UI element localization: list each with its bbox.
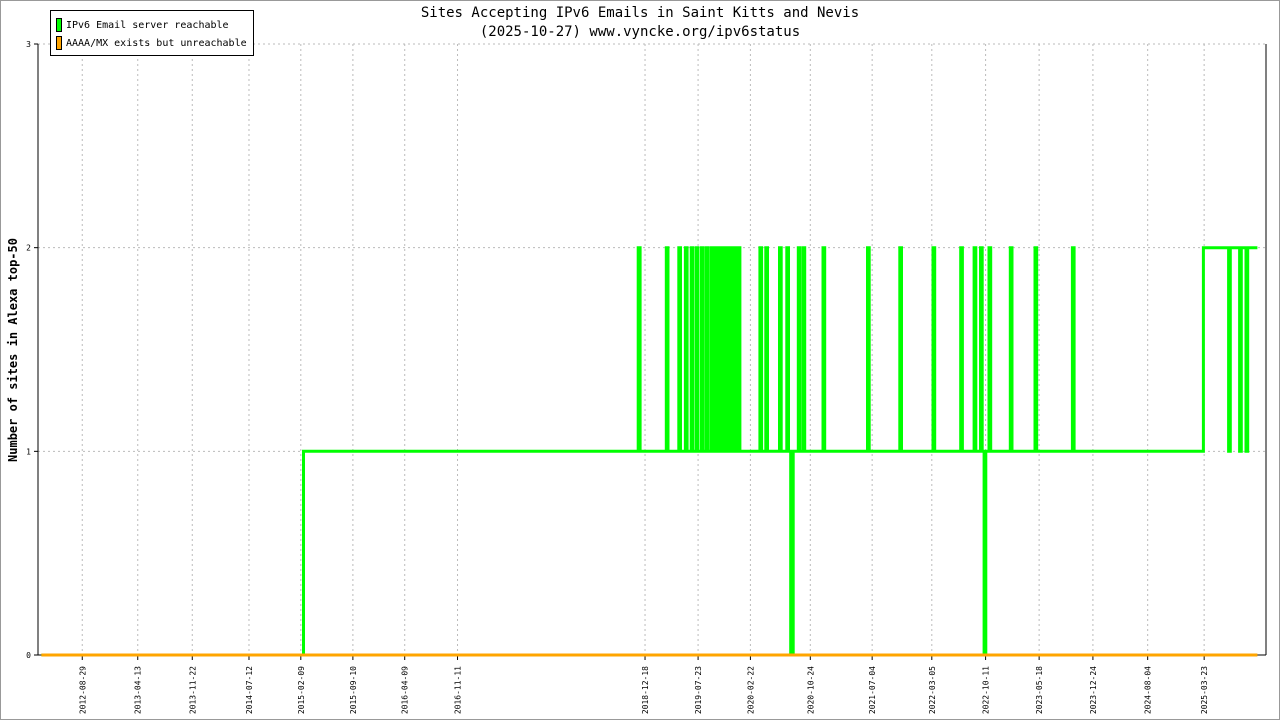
x-tick-label: 2021-07-04: [868, 666, 877, 714]
x-tick-label: 2023-05-18: [1035, 666, 1044, 714]
x-tick-label: 2020-10-24: [806, 666, 815, 714]
x-tick-label: 2020-02-22: [746, 666, 755, 714]
x-tick-label: 2019-07-23: [694, 666, 703, 714]
legend-label-unreachable: AAAA/MX exists but unreachable: [66, 37, 247, 49]
y-tick-label: 2: [26, 244, 31, 253]
chart-plot: 0 1 2 3 2012-08-29 2013-04-13 2013-11-22 2014-0…: [26, 40, 1267, 714]
chart-subtitle: (2025-10-27) www.vyncke.org/ipv6status: [479, 24, 801, 40]
x-tick-label: 2018-12-18: [641, 666, 650, 714]
x-tick-label: 2025-03-23: [1200, 666, 1209, 714]
y-tick-label: 0: [26, 651, 31, 660]
x-tick-label: 2016-11-11: [454, 666, 463, 714]
legend-item-unreachable: AAAA/MX exists but unreachable: [56, 35, 247, 51]
legend: IPv6 Email server reachable AAAA/MX exis…: [50, 10, 254, 56]
x-tick-label: 2022-03-05: [928, 666, 937, 714]
x-tick-label: 2015-02-09: [297, 666, 306, 714]
x-tick-label: 2012-08-29: [78, 666, 87, 714]
x-tick-label: 2023-12-24: [1089, 666, 1098, 714]
chart-title-block: Sites Accepting IPv6 Emails in Saint Kit…: [340, 4, 940, 42]
y-tick-label: 3: [26, 40, 31, 49]
grid: [38, 43, 1266, 655]
x-tick-label: 2015-09-10: [349, 666, 358, 714]
y-axis-label: Number of sites in Alexa top-50: [6, 238, 20, 462]
x-tick-label: 2024-08-04: [1144, 666, 1153, 714]
axes: 0 1 2 3 2012-08-29 2013-04-13 2013-11-22 2014-0…: [26, 40, 1267, 714]
x-tick-label: 2022-10-11: [982, 666, 991, 714]
x-tick-label: 2016-04-09: [401, 666, 410, 714]
x-tick-label: 2013-04-13: [134, 666, 143, 714]
legend-label-reachable: IPv6 Email server reachable: [66, 19, 229, 31]
y-tick-label: 1: [26, 447, 31, 456]
chart-title: Sites Accepting IPv6 Emails in Saint Kit…: [420, 5, 860, 21]
legend-swatch-reachable: [56, 18, 62, 32]
legend-swatch-unreachable: [56, 36, 62, 50]
legend-item-reachable: IPv6 Email server reachable: [56, 17, 229, 33]
x-tick-label: 2013-11-22: [188, 666, 197, 714]
x-tick-label: 2014-07-12: [245, 666, 254, 714]
